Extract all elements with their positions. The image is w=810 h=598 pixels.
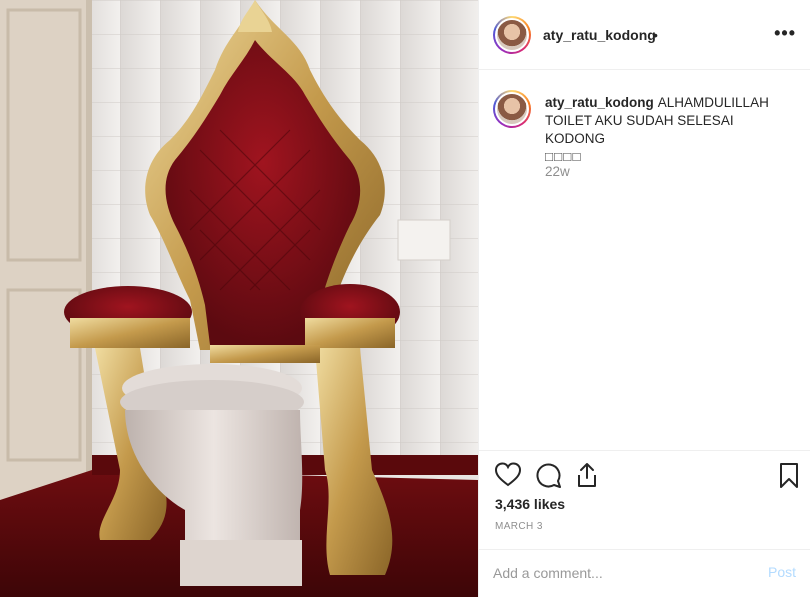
likes-count[interactable]: 3,436 likes (495, 496, 565, 512)
heart-icon[interactable] (494, 461, 522, 489)
action-bar: 3,436 likes MARCH 3 Post (479, 450, 810, 597)
caption-text: aty_ratu_kodong ALHAMDULILLAH TOILET AKU … (545, 94, 795, 166)
caption-area: aty_ratu_kodong ALHAMDULILLAH TOILET AKU … (479, 70, 810, 450)
caption-timestamp[interactable]: 22w (545, 164, 570, 179)
comment-bar: Post (479, 549, 810, 598)
header-username[interactable]: aty_ratu_kodong (543, 27, 656, 43)
post-comment-button[interactable]: Post (768, 564, 796, 580)
comment-bubble-icon[interactable] (534, 461, 562, 489)
header-separator: • (653, 27, 658, 43)
share-icon[interactable] (573, 461, 601, 489)
post-date[interactable]: MARCH 3 (495, 521, 543, 532)
caption-avatar[interactable] (493, 90, 531, 128)
instagram-post: aty_ratu_kodong • ••• aty_ratu_kodong ALH… (0, 0, 810, 597)
caption-emojis: □□□□ (545, 149, 582, 164)
more-options-icon[interactable]: ••• (774, 23, 796, 44)
comment-input[interactable] (493, 562, 743, 584)
caption-username[interactable]: aty_ratu_kodong (545, 95, 654, 110)
throne-toilet-photo (0, 0, 478, 597)
post-side-panel: aty_ratu_kodong • ••• aty_ratu_kodong ALH… (478, 0, 810, 597)
bookmark-icon[interactable] (775, 461, 803, 489)
avatar[interactable] (493, 16, 531, 54)
post-header: aty_ratu_kodong • ••• (479, 0, 810, 70)
post-photo[interactable] (0, 0, 478, 597)
